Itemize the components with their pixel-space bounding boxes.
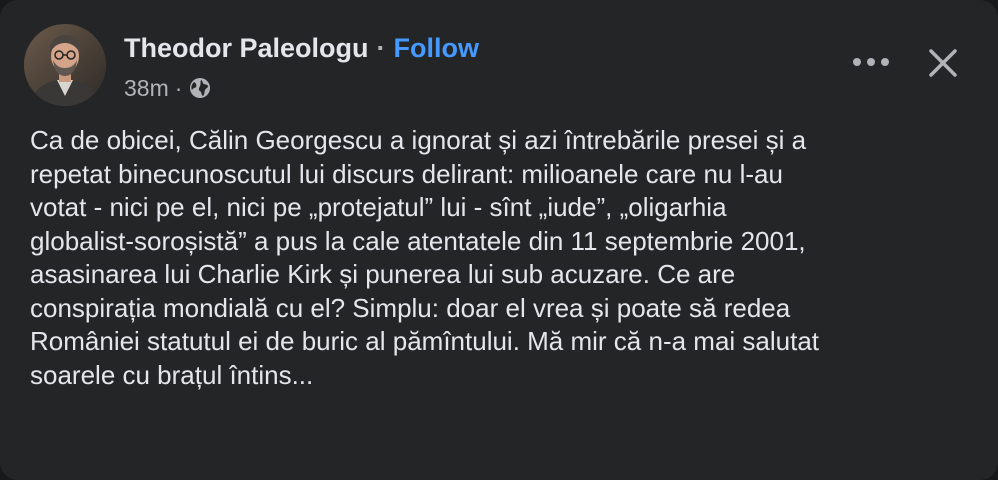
avatar[interactable]: [24, 24, 106, 106]
post-text-line: globalist-soroșistă” a pus la cale atent…: [30, 225, 806, 256]
globe-icon[interactable]: [188, 76, 212, 100]
post-text: Ca de obicei, Călin Georgescu a ignorat …: [30, 124, 975, 392]
follow-button[interactable]: Follow: [394, 33, 479, 64]
post-text-line: repetat binecunoscutul lui discurs delir…: [30, 158, 783, 189]
separator-dot: ·: [174, 74, 183, 101]
post-text-line: conspirația mondială cu el? Simplu: doar…: [30, 292, 791, 323]
post-meta: 38m ·: [124, 72, 212, 104]
more-options-button[interactable]: [846, 42, 896, 82]
post-card: Theodor Paleologu · Follow 38m · Ca de o…: [0, 0, 998, 480]
author-line: Theodor Paleologu · Follow: [124, 28, 479, 68]
separator-dot: ·: [376, 32, 386, 63]
more-options-icon: [853, 58, 889, 66]
post-text-line: votat - nici pe el, nici pe „protejatul”…: [30, 192, 727, 222]
post-text-line: asasinarea lui Charlie Kirk și punerea l…: [30, 259, 736, 289]
author-photo: [24, 24, 106, 106]
post-text-line: Ca de obicei, Călin Georgescu a ignorat …: [30, 125, 807, 155]
author-name[interactable]: Theodor Paleologu: [124, 33, 369, 64]
post-text-line: României statutul ei de buric al pămîntu…: [30, 326, 820, 356]
close-icon: [929, 49, 957, 77]
post-text-line: soarele cu brațul întins...: [30, 359, 314, 390]
close-button[interactable]: [918, 38, 968, 88]
timestamp[interactable]: 38m: [124, 75, 169, 102]
